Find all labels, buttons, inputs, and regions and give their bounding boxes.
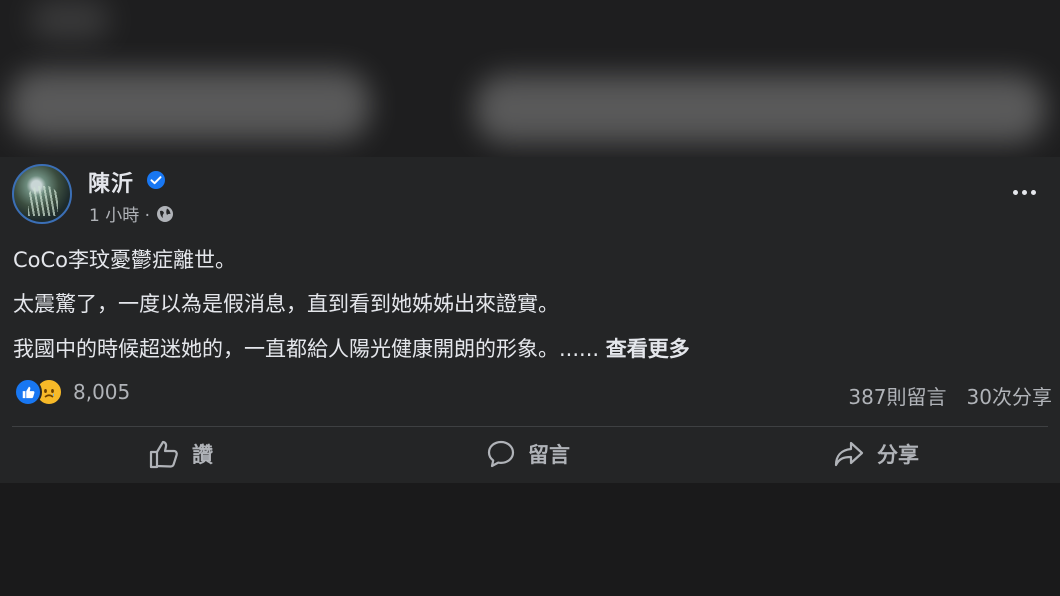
share-button[interactable]: 分享: [833, 439, 919, 469]
dot-icon: [1030, 189, 1036, 195]
like-reaction-icon: [14, 378, 42, 406]
post-text-line: CoCo李玟憂鬱症離世。: [13, 248, 237, 272]
post-text-line: 太震驚了，一度以為是假消息，直到看到她姊姊出來證實。: [13, 292, 559, 316]
blurred-shape: [30, 0, 110, 40]
like-button[interactable]: 讚: [148, 439, 213, 469]
dot-icon: [1021, 189, 1027, 195]
avatar-image: [28, 186, 58, 216]
share-arrow-icon: [834, 441, 864, 467]
blurred-shape: [10, 70, 370, 140]
post-meta: 1 小時 ·: [89, 201, 174, 226]
post-text-line-last: 我國中的時候超迷她的，一直都給人陽光健康開朗的形象。...... 查看更多: [13, 333, 690, 363]
share-count-link[interactable]: 30次分享: [967, 381, 1052, 410]
avatar[interactable]: [12, 164, 72, 224]
comment-bubble-icon: [487, 440, 515, 468]
like-label: 讚: [192, 443, 213, 467]
more-options-button[interactable]: [1010, 185, 1038, 199]
reactions-summary[interactable]: 8,005: [14, 378, 130, 406]
thumbs-up-icon: [22, 386, 35, 399]
comment-count-link[interactable]: 387則留言: [848, 381, 946, 410]
share-label: 分享: [877, 443, 919, 467]
engagement-counts: 387則留言 30次分享: [848, 381, 1052, 410]
reaction-count: 8,005: [73, 380, 131, 404]
blurred-header-region: [0, 0, 1060, 157]
thumbs-up-icon: [149, 440, 178, 469]
verified-badge-icon: [147, 171, 165, 189]
post-text: 我國中的時候超迷她的，一直都給人陽光健康開朗的形象。......: [13, 337, 600, 361]
see-more-link[interactable]: 查看更多: [606, 337, 690, 361]
author-name[interactable]: 陳沂: [88, 166, 134, 198]
globe-icon[interactable]: [156, 205, 174, 223]
divider: [12, 426, 1048, 427]
comment-label: 留言: [528, 443, 570, 467]
blurred-shape: [475, 75, 1045, 143]
facebook-post: 陳沂 1 小時 · CoCo李玟憂鬱症離世。 太震驚了，一度以為是假消息，直到看…: [0, 157, 1060, 483]
post-action-bar: 讚 留言 分享: [0, 439, 1060, 479]
comment-button[interactable]: 留言: [486, 439, 570, 469]
post-timestamp[interactable]: 1 小時 ·: [89, 201, 150, 226]
background-area: [0, 483, 1060, 596]
dot-icon: [1012, 189, 1018, 195]
